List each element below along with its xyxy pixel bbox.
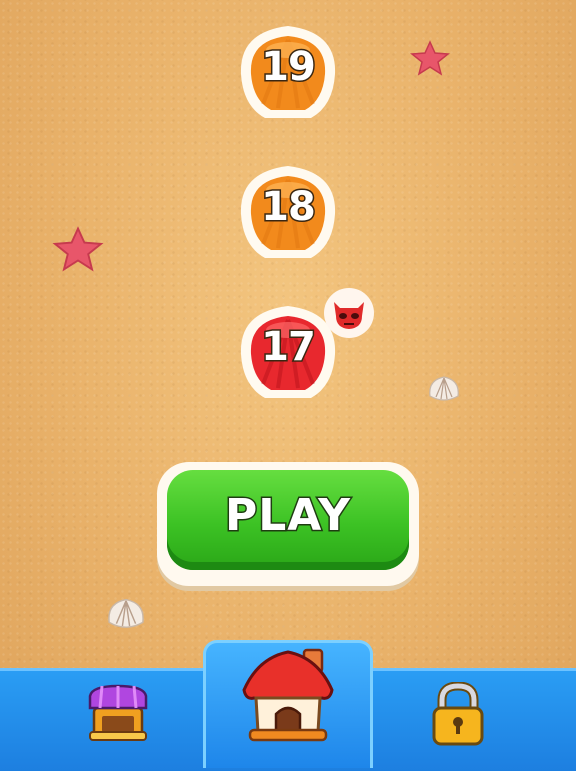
play-button[interactable]: PLAY: [157, 462, 419, 586]
lock-icon[interactable]: [430, 682, 486, 748]
level-number: 18: [260, 183, 318, 232]
play-button-label: PLAY: [224, 489, 352, 543]
level-node-19[interactable]: 19: [233, 18, 343, 128]
starfish-icon: [410, 40, 450, 76]
level-number: 19: [260, 43, 318, 92]
home-icon[interactable]: [238, 644, 338, 744]
starfish-icon: [52, 226, 104, 272]
skull-devil-icon: [324, 288, 374, 338]
seashell-icon: [108, 598, 144, 628]
seashell-icon: [429, 376, 459, 401]
shop-icon[interactable]: [86, 682, 150, 744]
play-button-face: PLAY: [167, 470, 409, 570]
level-node-18[interactable]: 18: [233, 158, 343, 268]
